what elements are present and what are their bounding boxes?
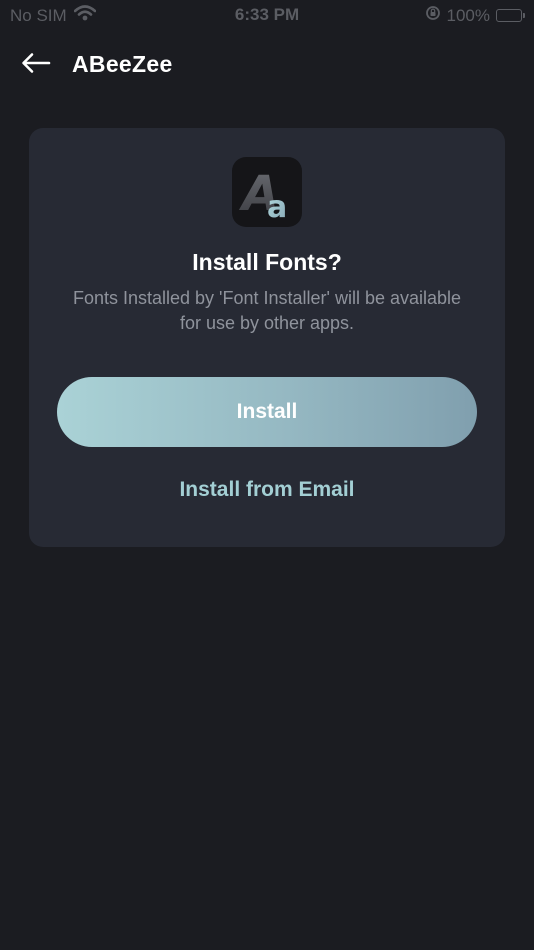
status-right: 100% — [425, 5, 525, 26]
status-bar: No SIM 6:33 PM 100% — [0, 0, 534, 32]
battery-percent: 100% — [446, 5, 490, 25]
font-aa-app-icon: A a — [232, 157, 302, 227]
install-from-email-button[interactable]: Install from Email — [29, 478, 505, 502]
install-button[interactable]: Install — [57, 377, 477, 447]
page-title: ABeeZee — [72, 51, 173, 77]
back-button[interactable] — [18, 50, 54, 80]
dialog-title: Install Fonts? — [192, 249, 342, 275]
nav-bar: ABeeZee — [0, 40, 534, 90]
dialog-description: Fonts Installed by 'Font Installer' will… — [72, 288, 462, 333]
icon-glyph-small: a — [267, 190, 287, 225]
install-fonts-card: A a Install Fonts? Fonts Installed by 'F… — [29, 128, 505, 547]
arrow-left-icon — [21, 52, 51, 79]
orientation-lock-icon — [425, 5, 441, 26]
battery-charging-icon — [496, 9, 525, 22]
